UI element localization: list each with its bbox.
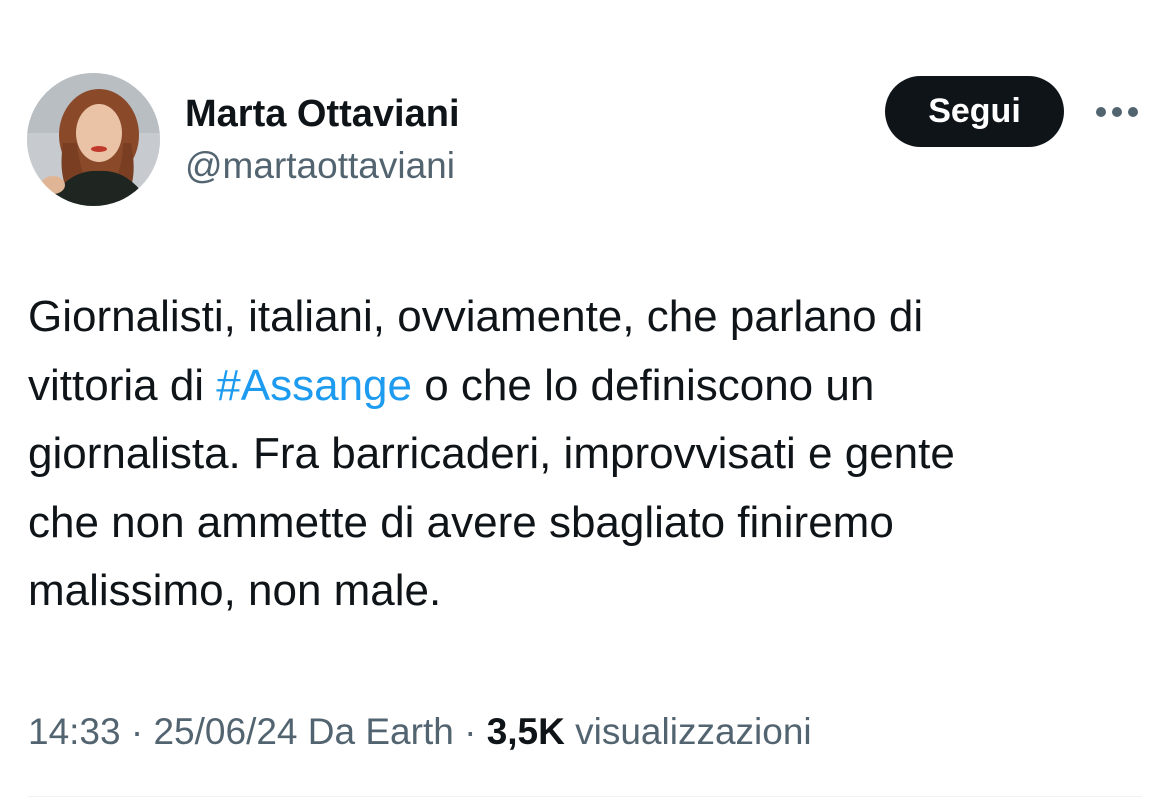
tweet-text-segment: o che lo definiscono un (412, 360, 875, 410)
tweet-text-segment: vittoria di (28, 360, 217, 410)
author-display-name[interactable]: Marta Ottaviani (185, 90, 460, 138)
meta-separator: · (120, 711, 154, 752)
avatar-photo-icon (27, 73, 160, 206)
follow-button[interactable]: Segui (885, 76, 1064, 147)
tweet-line: Giornalisti, italiani, ovviamente, che p… (28, 292, 924, 341)
hashtag-link[interactable]: #Assange (216, 361, 412, 410)
divider (28, 796, 1142, 797)
tweet-source: Da Earth (297, 711, 454, 752)
tweet-card: Marta Ottaviani @martaottaviani Segui Gi… (0, 0, 1170, 798)
more-horizontal-icon[interactable] (1094, 99, 1140, 125)
tweet-line: vittoria di #Assange o che lo definiscon… (28, 352, 1148, 421)
meta-separator: · (453, 711, 487, 752)
tweet-meta: 14:33 · 25/06/24 Da Earth · 3,5K visuali… (28, 706, 812, 758)
tweet-date[interactable]: 25/06/24 (153, 711, 297, 752)
author-handle[interactable]: @martaottaviani (185, 142, 455, 190)
avatar[interactable] (27, 73, 160, 206)
views-label: visualizzazioni (564, 711, 812, 752)
tweet-line: malissimo, non male. (28, 566, 442, 615)
tweet-text: Giornalisti, italiani, ovviamente, che p… (28, 283, 1148, 626)
tweet-line: giornalista. Fra barricaderi, improvvisa… (28, 429, 955, 478)
tweet-time[interactable]: 14:33 (28, 711, 121, 752)
views-count[interactable]: 3,5K (487, 711, 565, 752)
tweet-line: che non ammette di avere sbagliato finir… (28, 497, 894, 547)
